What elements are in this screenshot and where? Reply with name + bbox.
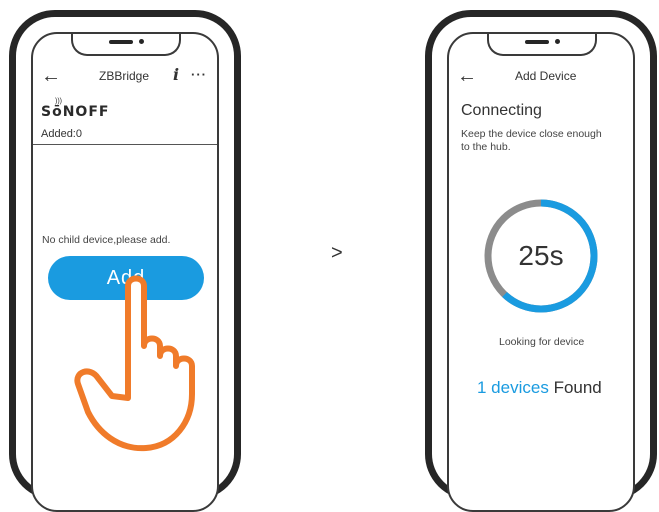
devices-found-line: 1 devices Found — [477, 378, 602, 398]
phone-notch — [71, 34, 181, 56]
connecting-heading: Connecting — [461, 102, 542, 119]
empty-state-message: No child device,please add. — [42, 234, 171, 246]
sonoff-logo: SōNOFF — [41, 104, 110, 120]
page-title: Add Device — [515, 69, 577, 83]
header-divider — [33, 144, 217, 145]
devices-found-label: Found — [553, 378, 602, 397]
info-icon[interactable]: i — [173, 65, 179, 84]
searching-status: Looking for device — [499, 336, 585, 348]
back-arrow-icon[interactable]: ← — [41, 66, 61, 86]
camera-icon — [139, 39, 144, 44]
phone-frame-right: ← Add Device Connecting Keep the device … — [425, 10, 657, 512]
camera-icon — [555, 39, 560, 44]
phone-notch — [487, 34, 597, 56]
add-device-screen: ← Add Device Connecting Keep the device … — [447, 32, 635, 512]
countdown-ring: 25s — [483, 198, 599, 314]
devices-found-count: 1 devices — [477, 378, 549, 397]
added-count-label: Added:0 — [41, 128, 82, 140]
more-options-icon[interactable]: ··· — [191, 67, 207, 82]
countdown-timer: 25s — [518, 240, 564, 271]
back-arrow-icon[interactable]: ← — [457, 66, 477, 86]
tap-hand-icon — [74, 275, 195, 452]
step-separator: > — [331, 242, 343, 264]
page-title: ZBBridge — [99, 69, 150, 83]
proximity-hint: Keep the device close enough to the hub. — [461, 128, 602, 153]
speaker-icon — [525, 40, 549, 44]
speaker-icon — [109, 40, 133, 44]
